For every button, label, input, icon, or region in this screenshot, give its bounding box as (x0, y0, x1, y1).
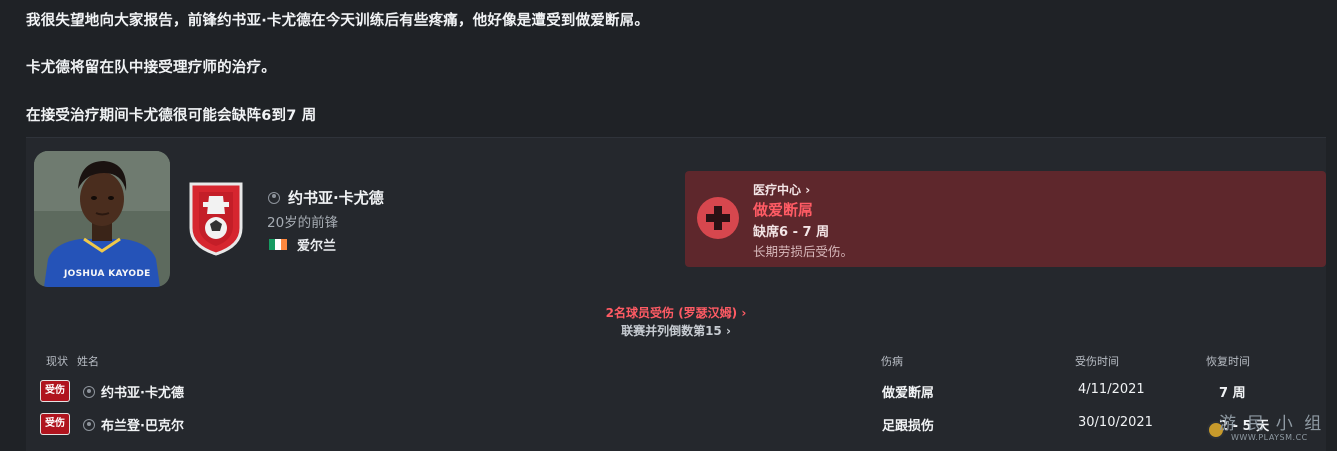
nationality-label: 爱尔兰 (297, 239, 337, 254)
ireland-flag-icon (269, 239, 287, 250)
row-injury: 做爱断屌 (882, 386, 935, 401)
header-recovery[interactable]: 恢复时间 (1206, 353, 1250, 369)
person-icon (83, 386, 95, 398)
header-injury-date[interactable]: 受伤时间 (1075, 353, 1119, 369)
shirt-name: JOSHUA KAYODE (64, 269, 151, 279)
chevron-right-icon: › (725, 324, 731, 338)
injured-count-link[interactable]: 2名球员受伤 (罗瑟汉姆) › (26, 304, 1326, 321)
row-injury: 足跟损伤 (882, 419, 935, 434)
league-position-link[interactable]: 联赛并列倒数第15 › (26, 322, 1326, 339)
league-position-label: 联赛并列倒数第15 (621, 324, 722, 338)
site-watermark: 游 民 小 组 WWW.PLAYSM.CC (1185, 409, 1330, 445)
message-line-3: 在接受治疗期间卡尤德很可能会缺阵6到7 周 (26, 108, 317, 124)
injury-card: JOSHUA KAYODE 约书亚·卡尤德 20岁的前锋 爱尔兰 医疗中心 › … (26, 137, 1326, 451)
medical-center-link[interactable]: 医疗中心 › (753, 181, 810, 198)
header-name[interactable]: 姓名 (77, 353, 99, 369)
injured-status-badge: 受伤 (40, 380, 70, 402)
row-injury-date: 4/11/2021 (1078, 382, 1145, 397)
injury-name: 做爱断屌 (753, 201, 814, 219)
medical-cross-icon (697, 197, 739, 239)
medical-center-title: 医疗中心 (753, 183, 802, 197)
player-description: 20岁的前锋 (267, 215, 339, 231)
injured-count-label: 2名球员受伤 (罗瑟汉姆) (605, 306, 738, 320)
message-line-2: 卡尤德将留在队中接受理疗师的治疗。 (26, 60, 276, 76)
player-name[interactable]: 约书亚·卡尤德 (288, 187, 384, 208)
medical-center-panel[interactable]: 医疗中心 › 做爱断屌 缺席6 - 7 周 长期劳损后受伤。 (685, 171, 1326, 267)
nationality-row[interactable]: 爱尔兰 (269, 235, 336, 254)
header-status[interactable]: 现状 (46, 353, 68, 369)
injured-status-badge: 受伤 (40, 413, 70, 435)
table-row[interactable]: 受伤 约书亚·卡尤德 做爱断屌 4/11/2021 7 周 (26, 377, 1326, 405)
row-player-name[interactable]: 布兰登·巴克尔 (101, 415, 184, 434)
club-crest-icon[interactable] (187, 178, 245, 256)
header-injury[interactable]: 伤病 (881, 353, 903, 369)
person-icon (268, 191, 280, 204)
player-portrait-image (34, 151, 170, 287)
row-player-name[interactable]: 约书亚·卡尤德 (101, 382, 184, 401)
person-icon (83, 419, 95, 431)
watermark-text: 游 民 小 组 (1219, 414, 1325, 434)
absence-duration: 缺席6 - 7 周 (753, 225, 830, 240)
watermark-url: WWW.PLAYSM.CC (1231, 433, 1308, 442)
message-line-1: 我很失望地向大家报告，前锋约书亚·卡尤德在今天训练后有些疼痛，他好像是遭受到做爱… (26, 13, 650, 29)
injury-note: 长期劳损后受伤。 (753, 244, 854, 259)
player-name-row[interactable]: 约书亚·卡尤德 (268, 187, 384, 208)
news-item-page: 我很失望地向大家报告，前锋约书亚·卡尤德在今天训练后有些疼痛，他好像是遭受到做爱… (0, 0, 1337, 451)
player-photo[interactable]: JOSHUA KAYODE (34, 151, 170, 287)
table-row[interactable]: 受伤 布兰登·巴克尔 足跟损伤 30/10/2021 2 - 5 天 (26, 410, 1326, 438)
row-recovery: 7 周 (1219, 386, 1246, 401)
chevron-right-icon: › (741, 306, 747, 320)
row-injury-date: 30/10/2021 (1078, 415, 1153, 430)
chevron-right-icon: › (805, 183, 811, 197)
